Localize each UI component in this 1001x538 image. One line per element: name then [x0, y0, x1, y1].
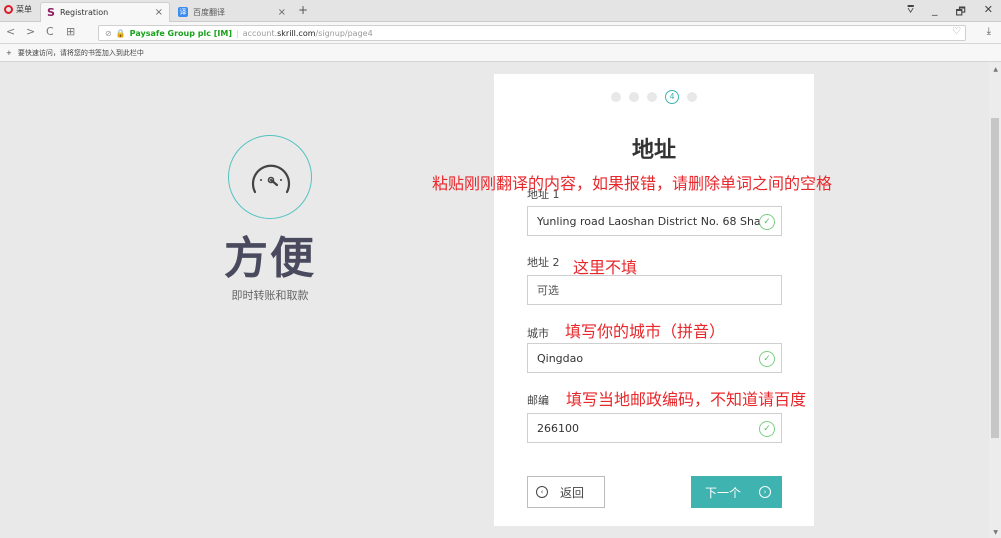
restore-icon[interactable]: 🗗 [955, 3, 965, 22]
menu-label: 菜单 [16, 5, 32, 14]
address1-field[interactable]: Yunling road Laoshan District No. 68 Sha… [527, 206, 782, 236]
baidu-translate-icon: 译 [178, 7, 188, 17]
address2-label: 地址 2 [527, 256, 560, 269]
city-label: 城市 [527, 327, 549, 340]
bookmarks-bar: + 要快速访问，请将您的书签加入到此栏中 [0, 44, 1001, 62]
tab-title: Registration [59, 8, 109, 17]
back-button-label: 返回 [560, 485, 585, 500]
speed-dial-icon[interactable]: ⊞ [66, 25, 75, 38]
city-value: Qingdao [537, 351, 584, 365]
step-dot [629, 92, 639, 102]
tab-registration[interactable]: S Registration × [40, 2, 170, 22]
annotation-city: 填写你的城市（拼音） [565, 322, 726, 341]
close-window-icon[interactable]: ✕ [984, 3, 993, 22]
step-dot [647, 92, 657, 102]
browser-menu-button[interactable]: 菜单 [4, 4, 32, 15]
check-icon: ✓ [759, 351, 775, 367]
url-divider: | [236, 28, 239, 38]
speedometer-icon [228, 135, 312, 219]
tab-baidu-translate[interactable]: 译 百度翻译 × [172, 2, 292, 22]
chevron-left-icon: ‹ [536, 486, 548, 498]
site-badge[interactable]: Paysafe Group plc [IM] [130, 29, 232, 38]
bookmark-heart-icon[interactable]: ♡ [952, 26, 961, 37]
scroll-up-icon[interactable]: ▲ [993, 66, 998, 73]
add-bookmark-icon[interactable]: + [6, 49, 12, 57]
tab-menu-icon[interactable]: ⩢ [907, 3, 914, 22]
scroll-down-icon[interactable]: ▼ [993, 529, 998, 536]
tab-title: 百度翻译 [193, 7, 225, 17]
promo-headline: 方便 [224, 233, 316, 284]
address-bar: < > C ⊞ ⊘ 🔒 Paysafe Group plc [IM] | acc… [0, 22, 1001, 44]
scrollbar-thumb[interactable] [991, 118, 999, 438]
opera-logo-icon [4, 5, 13, 14]
chevron-right-icon: › [759, 486, 772, 498]
step-dot [611, 92, 621, 102]
step-dot [687, 92, 697, 102]
annotation-address2: 这里不填 [573, 258, 638, 277]
forward-icon[interactable]: > [26, 25, 35, 38]
city-field[interactable]: Qingdao ✓ [527, 343, 782, 373]
bookmarks-hint: 要快速访问，请将您的书签加入到此栏中 [17, 48, 144, 57]
back-button[interactable]: ‹ 返回 [527, 476, 605, 508]
zip-label: 邮编 [527, 394, 549, 407]
zip-value: 266100 [537, 421, 579, 435]
new-tab-button[interactable]: + [298, 3, 308, 17]
annotation-address1: 粘贴刚刚翻译的内容，如果报错，请删除单词之间的空格 [432, 174, 833, 193]
zip-field[interactable]: 266100 ✓ [527, 413, 782, 443]
shield-icon: ⊘ [105, 28, 112, 38]
address2-field[interactable]: 可选 [527, 275, 782, 305]
promo-subtitle: 即时转账和取款 [231, 289, 309, 302]
window-controls: ⩢ _ 🗗 ✕ [907, 3, 993, 22]
url-field[interactable]: ⊘ 🔒 Paysafe Group plc [IM] | account.skr… [98, 25, 966, 41]
tab-close-icon[interactable]: × [278, 7, 286, 18]
annotation-zip: 填写当地邮政编码，不知道请百度 [566, 390, 807, 409]
next-button[interactable]: 下一个 › [691, 476, 782, 508]
step-dot-current: 4 [665, 90, 679, 104]
url-text: account.skrill.com/signup/page4 [242, 28, 373, 38]
tab-close-icon[interactable]: × [155, 7, 163, 18]
address1-value: Yunling road Laoshan District No. 68 Sha… [537, 214, 766, 228]
address2-placeholder: 可选 [537, 284, 559, 297]
check-icon: ✓ [759, 214, 775, 230]
step-progress: 4 [494, 90, 814, 104]
download-icon[interactable]: ⤓ [987, 26, 991, 37]
page-title: 地址 [631, 138, 676, 163]
address-form-card: 4 地址 地址 1 Yunling road Laoshan District … [494, 74, 814, 526]
minimize-icon[interactable]: _ [932, 3, 938, 22]
browser-tab-bar: 菜单 S Registration × 译 百度翻译 × + ⩢ _ 🗗 ✕ [0, 0, 1001, 22]
back-icon[interactable]: < [6, 25, 15, 38]
lock-icon: 🔒 [115, 28, 126, 38]
reload-icon[interactable]: C [46, 25, 54, 38]
check-icon: ✓ [759, 421, 775, 437]
promo-panel: 方便 即时转账和取款 [200, 135, 340, 303]
next-button-label: 下一个 [705, 485, 742, 500]
skrill-s-icon: S [47, 6, 55, 19]
